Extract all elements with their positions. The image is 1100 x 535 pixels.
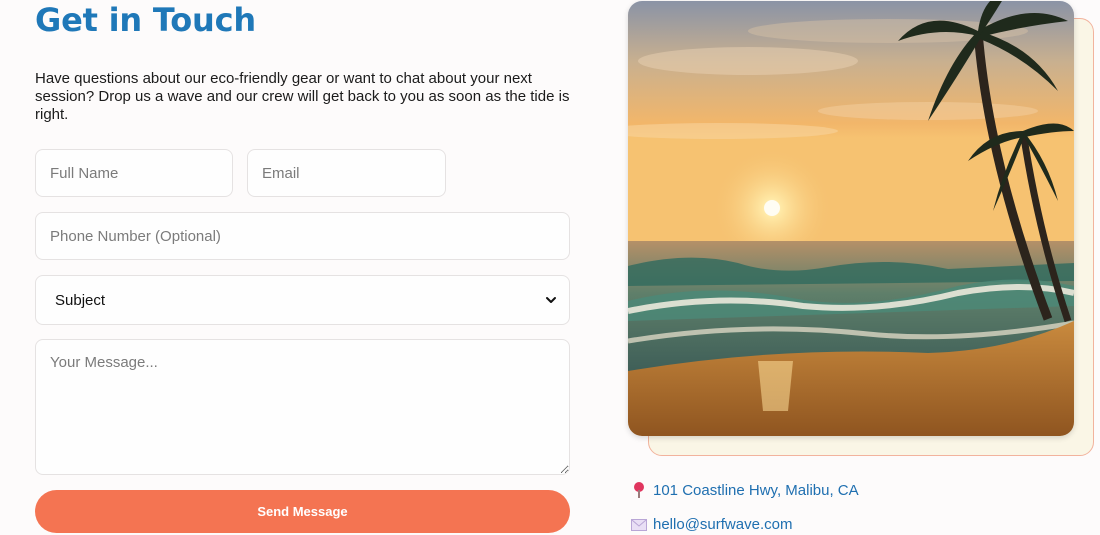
send-message-button[interactable]: Send Message [35,490,570,533]
email-input[interactable] [247,149,446,197]
envelope-icon [630,518,648,531]
map-pin-icon [630,481,648,499]
intro-text: Have questions about our eco-friendly ge… [35,70,570,123]
beach-sunset-image [628,1,1074,436]
address-row: 101 Coastline Hwy, Malibu, CA [630,481,859,499]
address-text: 101 Coastline Hwy, Malibu, CA [653,481,859,499]
message-textarea[interactable] [35,339,570,475]
email-row: hello@surfwave.com [630,516,792,533]
email-link[interactable]: hello@surfwave.com [653,516,792,533]
subject-select[interactable]: Subject [35,275,570,325]
subject-select-value: Subject [55,291,106,309]
page-title: Get in Touch [35,1,256,39]
full-name-input[interactable] [35,149,233,197]
phone-input[interactable] [35,212,570,260]
chevron-down-icon [546,297,556,303]
